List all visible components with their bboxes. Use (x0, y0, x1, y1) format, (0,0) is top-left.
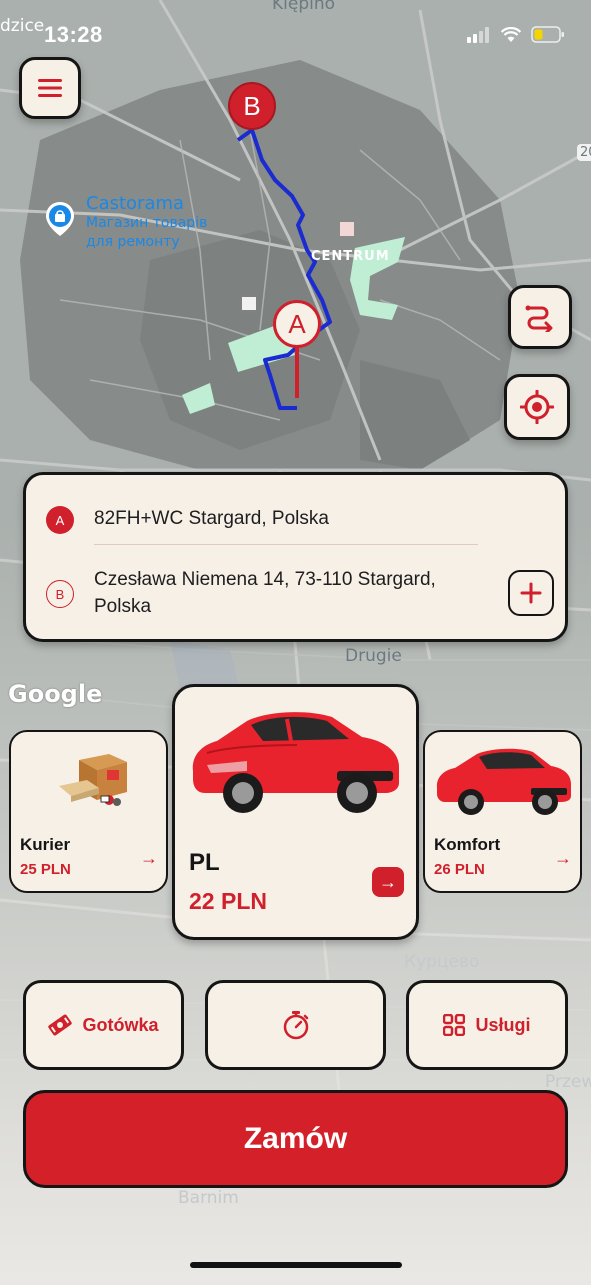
map-label-drugie: Drugie (345, 646, 402, 666)
battery-icon (531, 26, 564, 43)
services-button[interactable]: Usługi (406, 980, 568, 1070)
map-road-shield: 20 (577, 144, 591, 161)
map-label-przew: Przew (545, 1072, 591, 1092)
shopping-bag-pin-icon (46, 202, 74, 236)
cash-icon (48, 1014, 73, 1036)
vehicle-name-pl: PL (189, 849, 220, 876)
plus-icon (520, 582, 542, 604)
status-icons (467, 26, 565, 43)
arrow-right-icon: → (140, 848, 158, 868)
map-label-klepino: Klępino (272, 0, 336, 14)
courier-package-icon (59, 754, 127, 806)
from-address[interactable]: 82FH+WC Stargard, Polska (94, 505, 329, 532)
status-bar: 13:28 (0, 18, 591, 52)
map-marker-a-label: A (288, 308, 306, 339)
cellular-signal-icon (467, 26, 489, 43)
wifi-icon (501, 26, 521, 42)
vehicle-name-komfort: Komfort (434, 835, 501, 854)
map-label-store-desc-1: Магазин товарів (86, 215, 208, 231)
grid-icon (443, 1014, 466, 1036)
to-address[interactable]: Czesława Niemena 14, 73-110 Stargard, Po… (94, 566, 494, 620)
map-label-kurtsevo: Курцево (404, 952, 480, 972)
map-marker-b-label: B (243, 90, 261, 121)
payment-label: Gotówka (82, 1014, 159, 1035)
schedule-button[interactable] (205, 980, 386, 1070)
vehicle-price-kurier: 25 PLN (20, 861, 71, 878)
locate-button[interactable] (504, 374, 570, 440)
payment-button[interactable]: Gotówka (23, 980, 184, 1070)
menu-button[interactable] (19, 57, 81, 119)
route-swap-button[interactable] (508, 285, 572, 349)
vehicle-price-pl: 22 PLN (189, 888, 267, 914)
add-stop-button[interactable] (508, 570, 554, 616)
map-marker-b: B (228, 82, 276, 130)
services-label: Usługi (475, 1014, 531, 1035)
vehicle-name-kurier: Kurier (20, 835, 71, 854)
address-divider (94, 544, 478, 545)
arrow-right-icon: → (379, 871, 397, 892)
home-indicator[interactable] (190, 1262, 402, 1268)
vehicle-card-komfort[interactable]: Komfort 26 PLN → (423, 730, 582, 893)
map-label-centrum: CENTRUM (311, 249, 390, 264)
route-swap-icon (525, 305, 553, 332)
vehicle-price-komfort: 26 PLN (434, 861, 485, 878)
map-label-store-desc-2: для ремонту (86, 234, 180, 250)
menu-icon (38, 79, 62, 97)
google-logo: Google (8, 680, 103, 708)
locate-icon (520, 390, 554, 424)
from-marker: A (46, 506, 74, 534)
castorama-pin[interactable] (46, 202, 74, 236)
vehicle-card-kurier[interactable]: Kurier 25 PLN → (9, 730, 168, 893)
order-button-label: Zamów (243, 1122, 348, 1155)
select-arrow-button[interactable]: → (372, 867, 404, 897)
map-label-castorama[interactable]: Castorama (86, 193, 184, 214)
timer-icon (283, 1011, 308, 1040)
map-label-barnim: Barnim (178, 1188, 239, 1208)
map-marker-a: A (273, 300, 321, 348)
order-button[interactable]: Zamów (23, 1090, 568, 1188)
to-marker: B (46, 580, 74, 608)
sedan-car-icon (192, 712, 399, 813)
vehicle-card-pl[interactable]: PL 22 PLN → (172, 684, 419, 940)
comfort-car-icon (436, 748, 571, 815)
arrow-right-icon: → (554, 848, 572, 868)
status-time: 13:28 (44, 22, 103, 47)
